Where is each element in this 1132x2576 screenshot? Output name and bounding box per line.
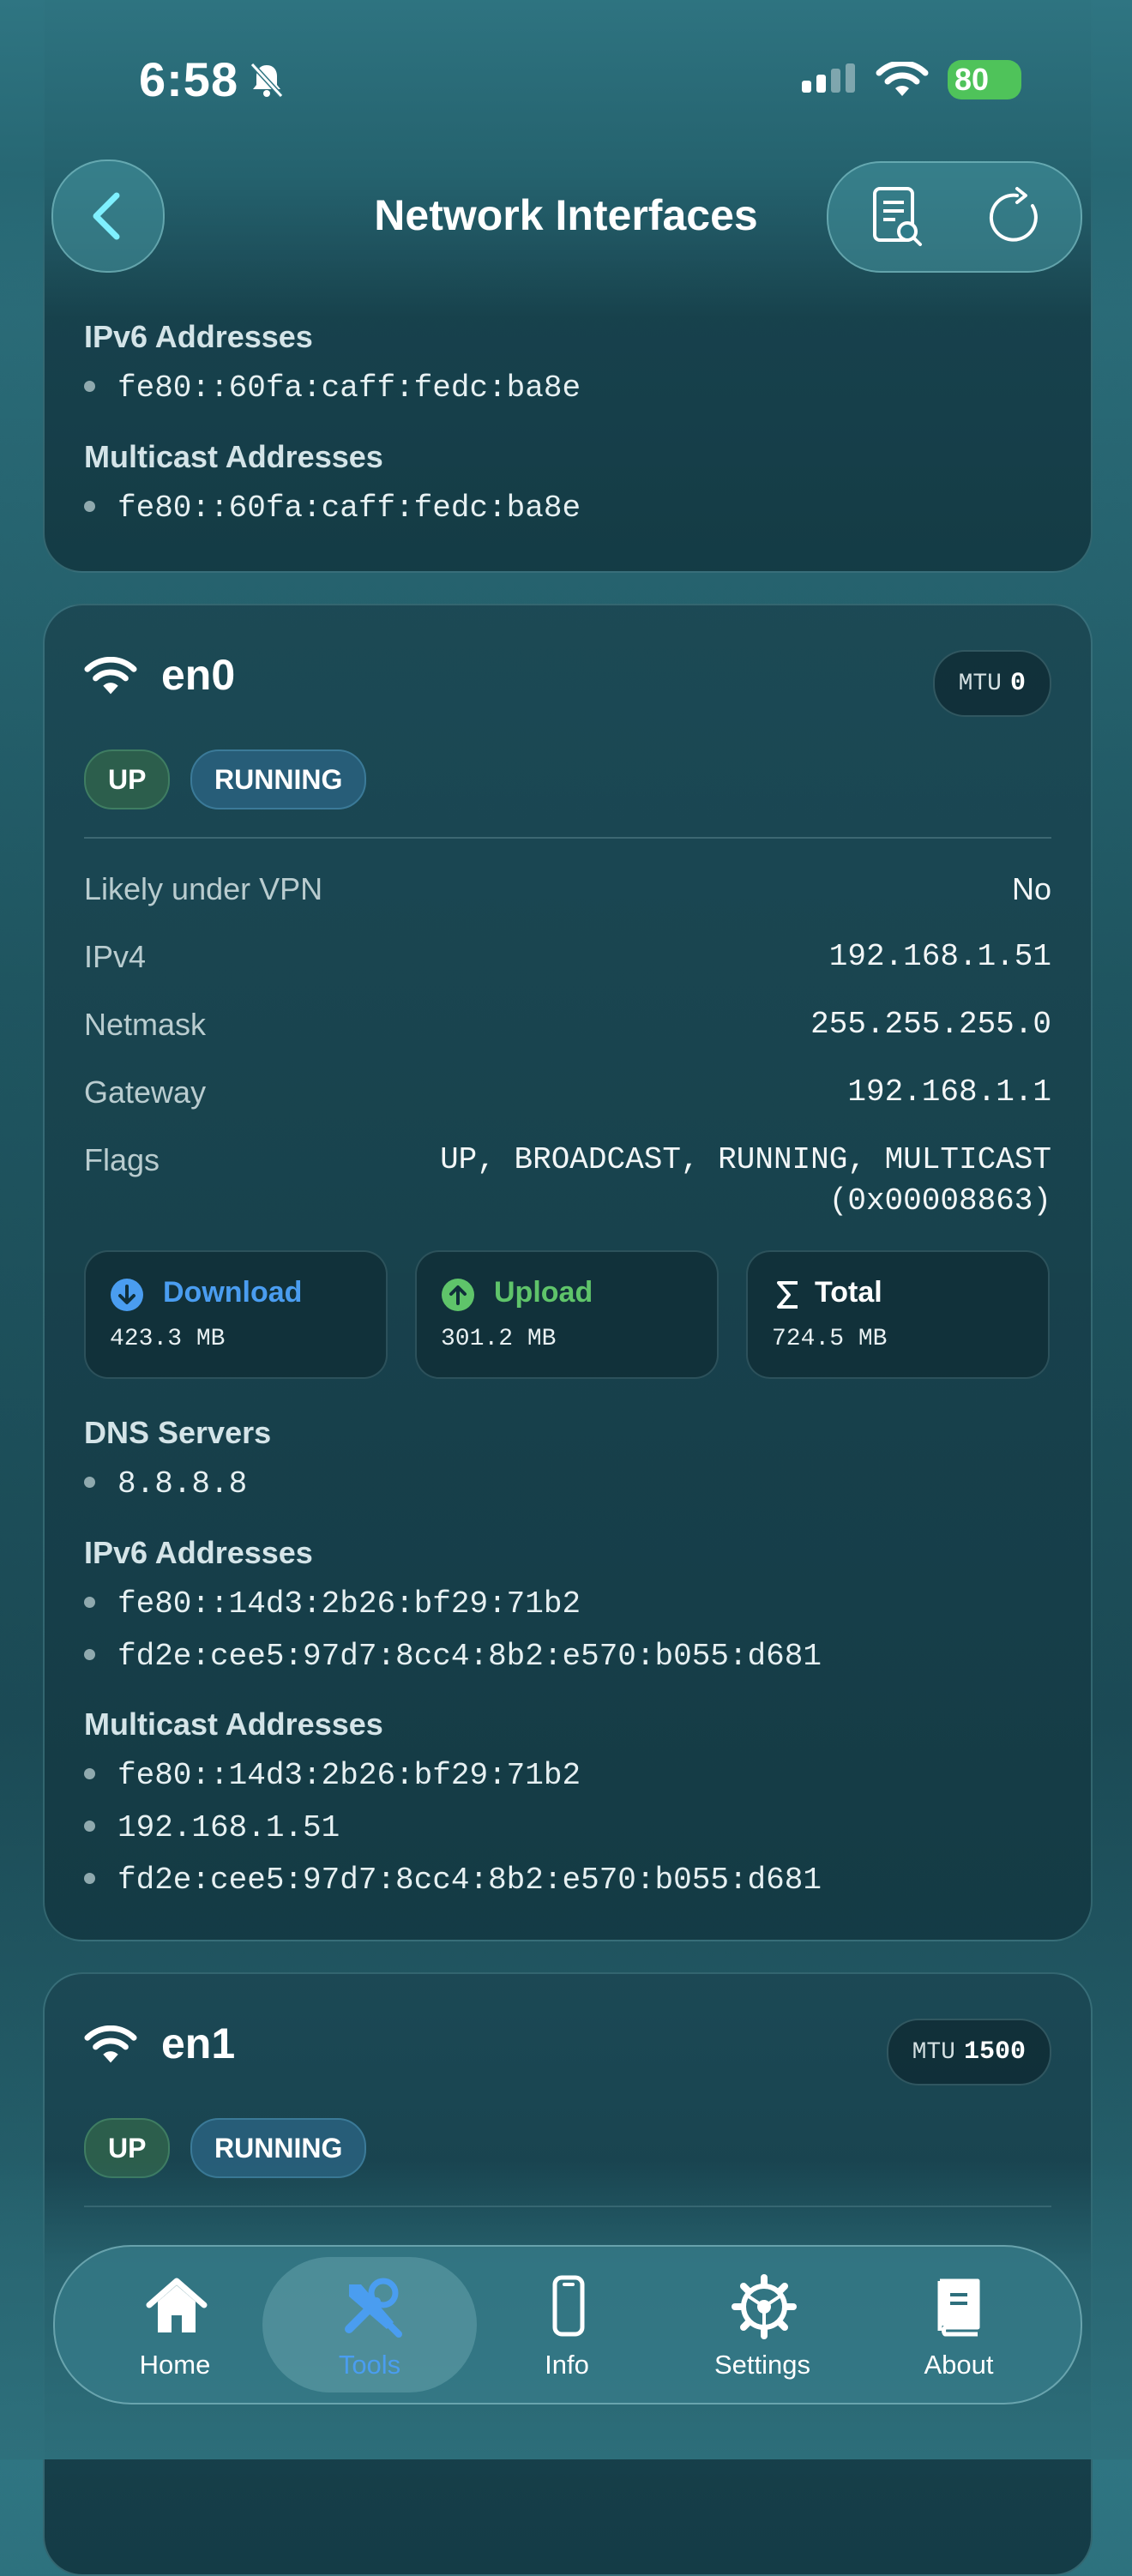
battery-indicator: 80 (948, 60, 1021, 99)
row-vpn: Likely under VPN No (84, 871, 1051, 923)
mtu-label: MTU (958, 671, 1002, 697)
stat-label: Total (815, 1276, 882, 1309)
wifi-icon (84, 657, 137, 695)
multicast-address: fe80::60fa:caff:fedc:ba8e (117, 491, 581, 526)
ipv6-section-title: IPv6 Addresses (84, 319, 313, 354)
tools-icon (345, 2278, 402, 2338)
tab-label: Settings (714, 2350, 810, 2380)
stat-value: 724.5 MB (772, 1326, 888, 1352)
interface-card-en0[interactable]: en0 MTU 0 UP RUNNING Likely under VPN No I… (43, 604, 1093, 1941)
multicast-address: 192.168.1.51 (117, 1810, 340, 1845)
list-item: fe80::60fa:caff:fedc:ba8e (84, 370, 581, 406)
mtu-badge: MTU 0 (932, 650, 1051, 717)
list-item: 8.8.8.8 (84, 1466, 247, 1502)
row-label: Netmask (84, 1007, 207, 1042)
page-title: Network Interfaces (374, 191, 758, 239)
status-badge-running: RUNNING (190, 749, 367, 810)
divider (84, 837, 1051, 839)
status-time: 6:58 (139, 52, 239, 106)
list-item: fe80::60fa:caff:fedc:ba8e (84, 491, 581, 526)
tab-home[interactable]: Home (89, 2247, 261, 2403)
stat-label: Download (163, 1276, 303, 1309)
multicast-section-title: Multicast Addresses (84, 1706, 383, 1742)
chevron-left-icon (93, 192, 120, 240)
book-icon (937, 2278, 980, 2337)
multicast-address: fe80::14d3:2b26:bf29:71b2 (117, 1758, 581, 1793)
stat-label: Upload (494, 1276, 593, 1309)
refresh-icon[interactable] (983, 184, 1051, 252)
ipv6-address: fe80::60fa:caff:fedc:ba8e (117, 370, 581, 406)
phone-icon (552, 2275, 585, 2337)
upload-stat: Upload 301.2 MB (415, 1250, 719, 1379)
dns-section-title: DNS Servers (84, 1415, 272, 1450)
row-label: Gateway (84, 1074, 207, 1110)
cellular-signal-icon (802, 63, 855, 93)
stat-value: 301.2 MB (441, 1326, 557, 1352)
header-actions (827, 161, 1082, 273)
wifi-icon (84, 2025, 137, 2063)
row-value: 192.168.1.51 (828, 939, 1051, 974)
document-search-icon[interactable] (863, 184, 931, 252)
sigma-icon (777, 1281, 798, 1309)
battery-level: 80 (954, 62, 990, 97)
row-value: 192.168.1.1 (847, 1074, 1051, 1110)
ipv6-address: fd2e:cee5:97d7:8cc4:8b2:e570:b055:d681 (117, 1639, 822, 1674)
tab-settings[interactable]: Settings (677, 2247, 848, 2403)
row-ipv4: IPv4 192.168.1.51 (84, 939, 1051, 990)
back-button[interactable] (51, 159, 165, 273)
home-icon (146, 2278, 208, 2332)
mtu-label: MTU (912, 2039, 955, 2066)
tab-bar: Home Tools Info Settings About (53, 2245, 1082, 2404)
dns-server: 8.8.8.8 (117, 1466, 248, 1502)
list-item: fd2e:cee5:97d7:8cc4:8b2:e570:b055:d681 (84, 1639, 822, 1674)
tab-label: Home (139, 2350, 211, 2380)
row-value: No (1011, 871, 1051, 906)
tab-label: About (924, 2350, 994, 2380)
stat-value: 423.3 MB (110, 1326, 226, 1352)
tab-label: Tools (338, 2350, 401, 2380)
mtu-value: 1500 (963, 2037, 1026, 2067)
tab-about[interactable]: About (873, 2247, 1045, 2403)
ipv6-address: fe80::14d3:2b26:bf29:71b2 (117, 1586, 581, 1622)
row-value: UP, BROADCAST, RUNNING, MULTICAST (440, 1142, 1051, 1177)
tab-info[interactable]: Info (481, 2247, 653, 2403)
download-stat: Download 423.3 MB (84, 1250, 388, 1379)
mtu-badge: MTU 1500 (886, 2019, 1051, 2085)
status-badge-up: UP (84, 749, 171, 810)
multicast-address: fd2e:cee5:97d7:8cc4:8b2:e570:b055:d681 (117, 1863, 822, 1898)
row-label: Flags (84, 1142, 160, 1177)
wifi-status-icon (876, 62, 929, 96)
row-value-secondary: (0x00008863) (828, 1183, 1051, 1219)
row-gateway: Gateway 192.168.1.1 (84, 1074, 1051, 1126)
tab-tools[interactable]: Tools (284, 2247, 455, 2403)
gear-icon (732, 2274, 797, 2339)
ipv6-section-title: IPv6 Addresses (84, 1535, 313, 1570)
arrow-down-circle-icon (111, 1279, 143, 1311)
bell-slash-icon (250, 62, 284, 99)
interface-name: en0 (161, 651, 236, 699)
interface-name: en1 (161, 2019, 236, 2067)
status-bar: 6:58 80 (0, 51, 1132, 111)
row-value: 255.255.255.0 (810, 1007, 1051, 1042)
list-item: fe80::14d3:2b26:bf29:71b2 (84, 1758, 581, 1793)
total-stat: Total 724.5 MB (746, 1250, 1050, 1379)
list-item: 192.168.1.51 (84, 1810, 340, 1845)
tab-label: Info (545, 2350, 589, 2380)
multicast-section-title: Multicast Addresses (84, 439, 383, 474)
row-label: Likely under VPN (84, 871, 323, 906)
list-item: fd2e:cee5:97d7:8cc4:8b2:e570:b055:d681 (84, 1863, 822, 1898)
list-item: fe80::14d3:2b26:bf29:71b2 (84, 1586, 581, 1622)
mtu-value: 0 (1009, 669, 1026, 698)
row-flags: Flags UP, BROADCAST, RUNNING, MULTICAST … (84, 1142, 1051, 1237)
row-netmask: Netmask 255.255.255.0 (84, 1007, 1051, 1058)
arrow-up-circle-icon (442, 1279, 474, 1311)
row-label: IPv4 (84, 939, 147, 974)
